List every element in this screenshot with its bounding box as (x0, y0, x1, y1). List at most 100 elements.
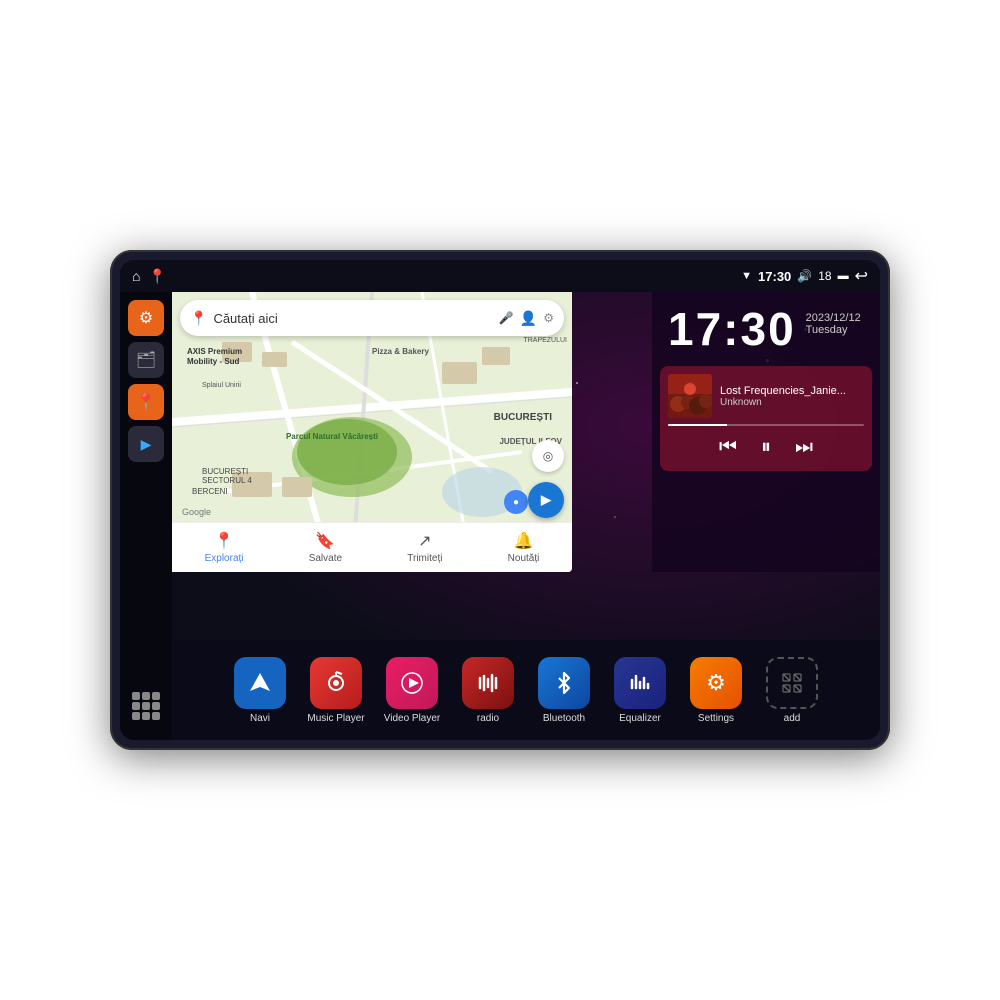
app-music-player[interactable]: Music Player (306, 657, 366, 724)
map-label-bucuresti: BUCUREȘTI (494, 412, 552, 423)
radio-label: radio (477, 713, 499, 724)
music-progress-fill (668, 424, 727, 426)
status-time: 17:30 (758, 269, 791, 284)
explore-icon: 📍 (214, 531, 234, 551)
radio-icon (462, 657, 514, 709)
share-label: Trimiteți (407, 553, 442, 564)
map-share-button[interactable]: ↗ Trimiteți (407, 531, 442, 564)
video-player-label: Video Player (384, 713, 441, 724)
date-value: 2023/12/12 (806, 312, 861, 324)
equalizer-label: Equalizer (619, 713, 661, 724)
album-art-svg (668, 374, 712, 418)
map-label-sector4: BUCUREȘTISECTORUL 4 (202, 467, 252, 485)
radio-wave-svg (475, 670, 501, 696)
status-left: ⌂ 📍 (132, 268, 166, 285)
music-progress-bar[interactable] (668, 424, 864, 426)
sidebar-location-button[interactable]: 📍 (128, 384, 164, 420)
clock-time: 17:30 (668, 306, 796, 352)
saved-label: Salvate (309, 553, 342, 564)
navi-icon (234, 657, 286, 709)
add-svg (779, 670, 805, 696)
map-saved-button[interactable]: 🔖 Salvate (309, 531, 342, 564)
bluetooth-label: Bluetooth (543, 713, 585, 724)
nav-icon: ▶ (141, 436, 152, 453)
navi-svg-icon (246, 669, 274, 697)
map-news-button[interactable]: 🔔 Noutăți (508, 531, 540, 564)
app-grid-area: Navi Music Player (172, 640, 880, 740)
music-player-label: Music Player (307, 713, 364, 724)
map-container[interactable]: AXIS PremiumMobility - Sud Pizza & Baker… (172, 292, 572, 572)
sidebar-nav-button[interactable]: ▶ (128, 426, 164, 462)
main-area: ⚙ 🗂 📍 ▶ (120, 292, 880, 740)
location-icon: 📍 (136, 392, 156, 412)
map-settings-icon[interactable]: ⚙ (543, 311, 554, 325)
app-add[interactable]: add (762, 657, 822, 724)
sidebar-settings-button[interactable]: ⚙ (128, 300, 164, 336)
music-controls: ⏮ ⏸ ⏭ (668, 432, 864, 463)
volume-icon: 🔊 (797, 269, 812, 283)
video-player-icon (386, 657, 438, 709)
music-title: Lost Frequencies_Janie... (720, 385, 864, 397)
map-shortcut-icon[interactable]: 📍 (148, 268, 165, 285)
bluetooth-icon (538, 657, 590, 709)
app-grid: Navi Music Player (230, 657, 822, 724)
back-icon[interactable]: ↩ (855, 266, 868, 286)
settings-label: Settings (698, 713, 734, 724)
microphone-icon[interactable]: 🎤 (499, 311, 514, 325)
video-play-svg (399, 670, 425, 696)
saved-icon: 🔖 (315, 531, 335, 551)
app-equalizer[interactable]: Equalizer (610, 657, 670, 724)
share-icon: ↗ (418, 531, 431, 551)
google-maps-pin-icon: 📍 (190, 310, 207, 327)
gear-svg: ⚙ (706, 670, 726, 696)
sidebar: ⚙ 🗂 📍 ▶ (120, 292, 172, 740)
equalizer-icon (614, 657, 666, 709)
app-radio[interactable]: radio (458, 657, 518, 724)
map-label-axis: AXIS PremiumMobility - Sud (187, 347, 242, 368)
settings-app-icon: ⚙ (690, 657, 742, 709)
clock-date: 2023/12/12 Tuesday (806, 306, 861, 336)
battery-level: 18 (818, 269, 831, 283)
app-settings[interactable]: ⚙ Settings (686, 657, 746, 724)
right-panel: 17:30 2023/12/12 Tuesday (652, 292, 880, 572)
app-bluetooth[interactable]: Bluetooth (534, 657, 594, 724)
add-label: add (784, 713, 801, 724)
music-next-button[interactable]: ⏭ (795, 436, 813, 459)
status-bar: ⌂ 📍 ▼ 17:30 🔊 18 ▬ ↩ (120, 260, 880, 292)
app-video-player[interactable]: Video Player (382, 657, 442, 724)
music-top: Lost Frequencies_Janie... Unknown (668, 374, 864, 418)
news-label: Noutăți (508, 553, 540, 564)
status-right: ▼ 17:30 🔊 18 ▬ ↩ (741, 266, 868, 286)
map-label-parc: Parcul Natural Văcărești (282, 432, 382, 441)
map-target-button[interactable]: ◎ (532, 440, 564, 472)
news-icon: 🔔 (514, 531, 534, 551)
explore-label: Explorați (205, 553, 244, 564)
settings-icon: ⚙ (139, 308, 153, 328)
map-label-splaiul: Splaiul Unirii (202, 382, 241, 389)
bluetooth-svg (551, 670, 577, 696)
map-searchbar[interactable]: 📍 Căutați aici 🎤 👤 ⚙ (180, 300, 564, 336)
device: ⌂ 📍 ▼ 17:30 🔊 18 ▬ ↩ (110, 250, 890, 750)
sidebar-files-button[interactable]: 🗂 (128, 342, 164, 378)
music-player-icon (310, 657, 362, 709)
map-label-berceni: BERCENI (192, 487, 228, 496)
grid-dots-icon (132, 692, 160, 720)
google-logo: Google (182, 507, 211, 517)
current-location-pin[interactable]: ● (504, 490, 528, 514)
device-screen: ⌂ 📍 ▼ 17:30 🔊 18 ▬ ↩ (120, 260, 880, 740)
wifi-icon: ▼ (741, 270, 752, 282)
app-navi[interactable]: Navi (230, 657, 290, 724)
user-icon[interactable]: 👤 (520, 310, 537, 327)
music-prev-button[interactable]: ⏮ (719, 436, 737, 459)
map-search-text[interactable]: Căutați aici (213, 311, 492, 326)
home-icon[interactable]: ⌂ (132, 268, 140, 284)
music-pause-button[interactable]: ⏸ (761, 436, 771, 459)
music-note-svg (323, 670, 349, 696)
apps-grid-button[interactable] (128, 688, 164, 724)
map-start-button[interactable]: ▶ (528, 482, 564, 518)
album-art (668, 374, 712, 418)
files-icon: 🗂 (136, 350, 156, 370)
music-artist: Unknown (720, 397, 864, 408)
map-label-trapezului: TRAPEZULUI (523, 337, 567, 344)
map-explore-button[interactable]: 📍 Explorați (205, 531, 244, 564)
